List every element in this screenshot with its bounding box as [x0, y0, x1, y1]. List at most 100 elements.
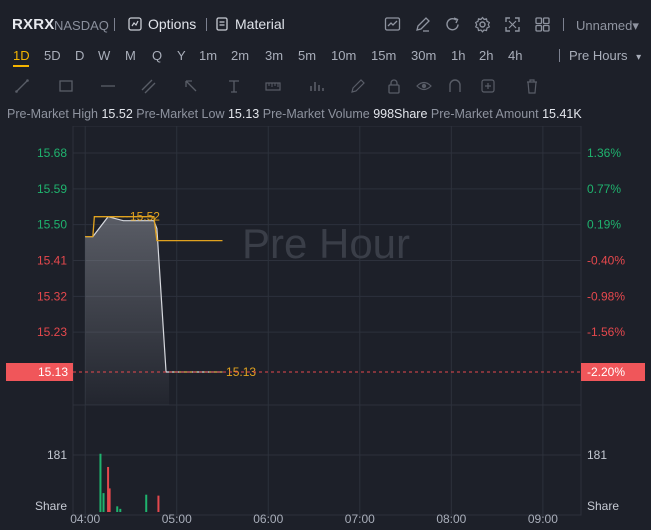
volume-value: 998Share — [373, 107, 428, 121]
volume-bar — [116, 506, 119, 512]
price-chart[interactable]: Pre Hour 15.68 1.36% 15.59 0.77% 15.50 0.19% 1… — [0, 126, 651, 530]
price-tick-label: 15.68 — [37, 146, 67, 160]
time-tick-label: 08:00 — [436, 512, 466, 526]
percent-tick-label: 0.77% — [587, 182, 621, 196]
period-2m[interactable]: 2m — [231, 48, 249, 63]
measure-icon[interactable] — [265, 78, 281, 94]
current-percent-text: -2.20% — [587, 365, 625, 379]
fullscreen-icon[interactable] — [504, 16, 521, 33]
layout-name-dropdown[interactable]: Unnamed▾ — [576, 18, 639, 34]
percent-tick-label: -0.98% — [587, 289, 625, 303]
options-icon — [128, 17, 142, 31]
draw-icon[interactable] — [414, 16, 431, 33]
low-value: 15.13 — [227, 107, 260, 121]
exchange-label: NASDAQ — [54, 18, 109, 33]
volume-bar — [145, 494, 148, 512]
period-y[interactable]: Y — [177, 48, 186, 63]
options-label: Options — [148, 16, 197, 32]
period-1d[interactable]: 1D — [13, 48, 30, 63]
percent-tick-label: 0.19% — [587, 218, 621, 232]
high-marker-label: 15.52 — [130, 210, 160, 224]
amount-label: Pre-Market Amount — [430, 107, 539, 121]
low-label: Pre-Market Low — [136, 107, 225, 121]
time-tick-label: 04:00 — [70, 512, 100, 526]
pencil-icon[interactable] — [350, 78, 366, 94]
high-label: Pre-Market High — [7, 107, 98, 121]
chevron-down-icon: ▾ — [636, 52, 642, 63]
period-5m[interactable]: 5m — [298, 48, 316, 63]
time-tick-label: 06:00 — [253, 512, 283, 526]
horizontal-line-icon[interactable] — [100, 78, 116, 94]
layout-icon[interactable] — [534, 16, 551, 33]
period-30m[interactable]: 30m — [411, 48, 436, 63]
trend-line-icon[interactable] — [14, 78, 30, 94]
settings-icon[interactable] — [474, 16, 491, 33]
watermark-text: Pre Hour — [242, 220, 410, 267]
material-label: Material — [235, 16, 285, 32]
period-d[interactable]: D — [75, 48, 84, 63]
top-toolbar: RXRX NASDAQ Options Material Unnamed▾ — [0, 0, 651, 50]
session-dropdown[interactable]: Pre Hours ▾ — [569, 48, 641, 63]
material-icon — [216, 17, 228, 31]
percent-tick-label: 1.36% — [587, 146, 621, 160]
period-2h[interactable]: 2h — [479, 48, 493, 63]
time-tick-label: 07:00 — [345, 512, 375, 526]
refresh-icon[interactable] — [444, 16, 461, 33]
parallel-channel-icon[interactable] — [140, 78, 156, 94]
period-5d[interactable]: 5D — [44, 48, 61, 63]
volume-bar — [119, 508, 122, 512]
eye-icon[interactable] — [416, 78, 432, 94]
volume-unit-label-right: Share — [587, 499, 619, 513]
time-tick-label: 09:00 — [528, 512, 558, 526]
volume-unit-label: Share — [35, 499, 67, 513]
divider — [563, 18, 564, 31]
volume-tick-label: 181 — [47, 448, 67, 462]
price-tick-label: 15.59 — [37, 182, 67, 196]
period-10m[interactable]: 10m — [331, 48, 356, 63]
amount-value: 15.41K — [542, 107, 582, 121]
session-label: Pre Hours — [569, 48, 628, 63]
period-w[interactable]: W — [98, 48, 110, 63]
period-1m[interactable]: 1m — [199, 48, 217, 63]
text-tool-icon[interactable] — [226, 78, 242, 94]
volume-bar — [102, 493, 105, 512]
price-area-fill — [85, 216, 170, 405]
rectangle-icon[interactable] — [58, 78, 74, 94]
volume-label: Pre-Market Volume — [262, 107, 370, 121]
indicator-icon[interactable] — [308, 78, 324, 94]
lock-icon[interactable] — [386, 78, 402, 94]
period-3m[interactable]: 3m — [265, 48, 283, 63]
trash-icon[interactable] — [524, 78, 540, 94]
current-price-text: 15.13 — [38, 365, 68, 379]
divider — [114, 18, 115, 31]
stock-symbol[interactable]: RXRX — [12, 16, 54, 33]
period-q[interactable]: Q — [152, 48, 162, 63]
chart-style-icon[interactable] — [384, 16, 401, 33]
time-tick-label: 05:00 — [162, 512, 192, 526]
price-tick-label: 15.50 — [37, 218, 67, 232]
active-period-indicator — [13, 65, 29, 67]
divider — [206, 18, 207, 31]
volume-bars — [99, 453, 160, 512]
period-m[interactable]: M — [125, 48, 136, 63]
arrow-icon[interactable] — [183, 78, 199, 94]
volume-bar — [99, 453, 102, 512]
divider — [559, 49, 560, 62]
sync-icon[interactable] — [480, 78, 496, 94]
volume-bar — [157, 495, 160, 512]
price-tick-label: 15.41 — [37, 254, 67, 268]
magnet-icon[interactable] — [447, 78, 463, 94]
high-value: 15.52 — [101, 107, 133, 121]
options-button[interactable]: Options — [128, 16, 196, 32]
period-selector: 1D 5D D W M Q Y 1m 2m 3m 5m 10m 15m 30m … — [0, 44, 651, 66]
price-tick-label: 15.32 — [37, 289, 67, 303]
price-area — [85, 216, 170, 405]
drawing-toolbar — [0, 72, 651, 100]
period-15m[interactable]: 15m — [371, 48, 396, 63]
period-4h[interactable]: 4h — [508, 48, 522, 63]
period-1h[interactable]: 1h — [451, 48, 465, 63]
volume-tick-label-right: 181 — [587, 448, 607, 462]
percent-tick-label: -0.40% — [587, 254, 625, 268]
material-button[interactable]: Material — [215, 16, 285, 32]
volume-bar — [108, 488, 111, 512]
